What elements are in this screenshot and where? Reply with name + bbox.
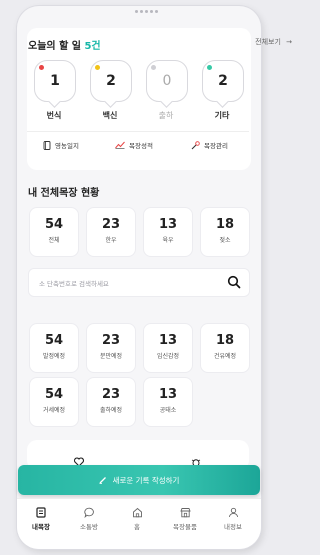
todo-bubble-vaccine[interactable]: 2 [90, 60, 132, 108]
status-dry-off[interactable]: 18 건유예정 [200, 323, 250, 373]
farm-manage-label: 목장관리 [204, 142, 228, 150]
home-icon [132, 507, 142, 518]
todo-value: 2 [218, 73, 228, 89]
herd-section-title: 내 전체목장 현황 [28, 188, 100, 199]
todo-title: 오늘의 할 일 5건 [28, 37, 101, 52]
new-record-button[interactable]: 새로운 기록 작성하기 [18, 465, 260, 495]
todo-label-breeding: 번식 [46, 111, 62, 120]
new-record-label: 새로운 기록 작성하기 [112, 475, 180, 485]
stat-label: 출하예정 [99, 407, 123, 414]
tab-label: 내정보 [224, 523, 242, 531]
todo-value: 1 [50, 73, 60, 89]
drag-handle [135, 10, 159, 13]
stat-number: 23 [101, 387, 121, 402]
stat-label: 공태소 [159, 407, 177, 414]
status-calving[interactable]: 23 분만예정 [86, 323, 136, 373]
status-dot [95, 65, 100, 70]
stat-number: 13 [158, 217, 178, 232]
chat-icon [83, 507, 94, 518]
todo-bubble-other[interactable]: 2 [202, 60, 244, 108]
view-all-label: 전체보기 [255, 38, 281, 46]
stat-number: 13 [158, 387, 178, 402]
tab-my-info[interactable]: 내정보 [213, 507, 253, 531]
store-icon [179, 508, 191, 518]
stat-label: 거세예정 [42, 407, 66, 414]
stat-number: 23 [101, 333, 121, 348]
notebook-icon [43, 140, 51, 150]
stat-label: 발정예정 [42, 353, 66, 360]
stat-number: 18 [215, 217, 235, 232]
stat-number: 18 [215, 333, 235, 348]
stat-label: 한우 [105, 237, 117, 244]
tab-my-farm[interactable]: 내목장 [21, 507, 61, 531]
stat-label: 건유예정 [213, 353, 237, 360]
stat-number: 13 [158, 333, 178, 348]
search-bar[interactable]: 소 단축번호로 검색하세요 [28, 268, 250, 297]
farm-performance-label: 목장성적 [129, 142, 153, 150]
farm-performance-link[interactable]: 목장성적 [115, 140, 153, 150]
todo-value: 2 [106, 73, 116, 89]
stat-number: 54 [44, 333, 64, 348]
herd-stat-total[interactable]: 54 전체 [29, 207, 79, 257]
status-dot [39, 65, 44, 70]
stat-label: 육우 [162, 237, 174, 244]
todo-bubble-breeding[interactable]: 1 [34, 60, 76, 108]
stat-number: 54 [44, 217, 64, 232]
stat-label: 분만예정 [99, 353, 123, 360]
tab-home[interactable]: 홈 [117, 507, 157, 531]
todo-label-vaccine: 백신 [102, 111, 118, 120]
tab-label: 내목장 [32, 523, 50, 531]
view-all-link[interactable]: 전체보기 → [255, 37, 292, 47]
herd-stat-dairy[interactable]: 18 젖소 [200, 207, 250, 257]
farm-log-link[interactable]: 영농일지 [43, 140, 79, 150]
stat-number: 54 [44, 387, 64, 402]
tab-label: 목장물품 [173, 523, 197, 531]
farm-log-label: 영농일지 [55, 142, 79, 150]
stat-label: 임신감정 [156, 353, 180, 360]
status-castration[interactable]: 54 거세예정 [29, 377, 79, 427]
stat-label: 전체 [48, 237, 60, 244]
arrow-right-icon: → [286, 38, 292, 46]
wrench-icon [191, 140, 200, 149]
farm-manage-link[interactable]: 목장관리 [191, 140, 228, 150]
tab-label: 홈 [134, 523, 140, 531]
todo-value: 0 [162, 73, 172, 89]
todo-count: 5건 [84, 41, 101, 52]
tab-label: 소통방 [80, 523, 98, 531]
bottom-tab-bar: 내목장 소통방 홈 목장물품 내정보 [17, 498, 261, 549]
person-icon [228, 507, 238, 518]
herd-stat-beef[interactable]: 13 육우 [143, 207, 193, 257]
trend-chart-icon [115, 141, 125, 149]
tab-farm-goods[interactable]: 목장물품 [165, 507, 205, 531]
status-dot [207, 65, 212, 70]
quick-links: 영농일지 목장성적 목장관리 [27, 131, 249, 158]
status-estrus[interactable]: 54 발정예정 [29, 323, 79, 373]
herd-stat-hanwoo[interactable]: 23 한우 [86, 207, 136, 257]
barn-list-icon [36, 507, 46, 518]
tab-community[interactable]: 소통방 [69, 507, 109, 531]
stat-label: 젖소 [219, 237, 231, 244]
stat-number: 23 [101, 217, 121, 232]
status-open-cow[interactable]: 13 공태소 [143, 377, 193, 427]
todo-label-shipping: 출하 [158, 111, 174, 120]
status-shipping[interactable]: 23 출하예정 [86, 377, 136, 427]
search-placeholder: 소 단축번호로 검색하세요 [39, 280, 109, 288]
search-icon[interactable] [227, 275, 241, 289]
todo-title-text: 오늘의 할 일 [28, 41, 81, 52]
status-dot [151, 65, 156, 70]
todo-label-other: 기타 [214, 111, 230, 120]
status-pregnancy-check[interactable]: 13 임신감정 [143, 323, 193, 373]
todo-bubble-shipping[interactable]: 0 [146, 60, 188, 108]
pencil-icon [99, 477, 106, 484]
